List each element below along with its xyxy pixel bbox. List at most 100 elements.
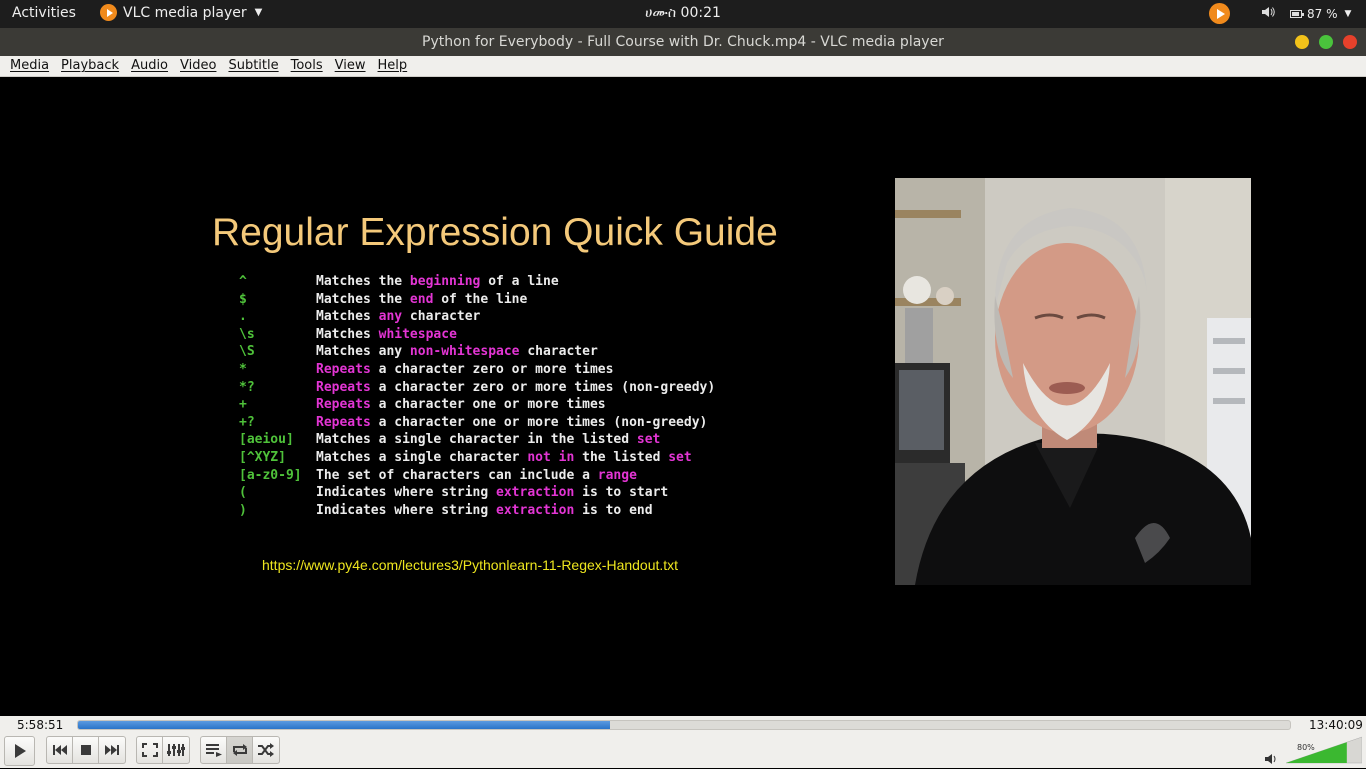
regex-text: Matches — [316, 326, 379, 342]
regex-row: ^ Matches the beginning of a line — [239, 274, 715, 292]
system-menu[interactable]: 87 % ▼ — [1290, 7, 1351, 21]
regex-text: a character one or more times — [370, 397, 606, 413]
battery-icon — [1290, 10, 1304, 18]
regex-row: (Indicates where string extraction is to… — [239, 485, 715, 503]
speaker-icon[interactable] — [1264, 750, 1278, 769]
regex-keyword: set — [668, 449, 692, 465]
regex-text: Indicates where string — [316, 485, 497, 501]
regex-token: ^ — [239, 274, 247, 289]
regex-keyword: extraction — [496, 485, 575, 501]
regex-description: Matches the beginning of a line — [316, 274, 559, 292]
regex-keyword: Repeats — [316, 379, 371, 395]
vlc-tray-icon[interactable] — [1209, 3, 1230, 24]
menu-subtitle[interactable]: Subtitle — [223, 56, 283, 76]
regex-text: Matches any — [316, 344, 410, 360]
regex-description: Repeats a character zero or more times (… — [316, 380, 715, 398]
regex-row: \S Matches any non-whitespace character — [239, 344, 715, 362]
regex-text: of a line — [480, 274, 559, 289]
equalizer-icon — [167, 744, 185, 756]
menu-playback[interactable]: Playback — [56, 56, 124, 76]
extended-settings-button[interactable] — [163, 736, 190, 764]
play-button[interactable] — [4, 736, 35, 766]
volume-icon[interactable] — [1261, 6, 1275, 21]
regex-keyword: non-whitespace — [409, 344, 520, 360]
minimize-button[interactable] — [1295, 35, 1309, 49]
regex-text: Matches a single character — [316, 449, 528, 465]
regex-keyword: set — [636, 432, 661, 448]
chevron-down-icon: ▼ — [1344, 9, 1352, 19]
regex-token: ) — [239, 502, 247, 518]
regex-keyword: whitespace — [378, 326, 457, 342]
regex-keyword: not in — [527, 449, 575, 465]
regex-text: Matches — [316, 309, 379, 325]
regex-text: character — [402, 309, 481, 325]
regex-description: Matches any non-whitespace character — [316, 344, 598, 362]
regex-keyword: Repeats — [316, 361, 371, 377]
previous-icon — [52, 745, 67, 755]
regex-token: [aeiou] — [239, 432, 294, 448]
regex-token: $ — [239, 291, 247, 307]
menu-audio[interactable]: Audio — [126, 56, 173, 76]
regex-token: * — [239, 361, 247, 377]
regex-text: the listed — [574, 449, 669, 465]
regex-row: ) Indicates where string extraction is to… — [239, 503, 715, 521]
regex-row: +? Repeats a character one or more times … — [239, 415, 715, 433]
clock[interactable]: ሀሙስ 00:21 — [645, 5, 721, 21]
regex-text: a character zero or more times — [370, 361, 614, 377]
regex-token: [^XYZ] — [239, 449, 286, 465]
close-button[interactable] — [1343, 35, 1357, 49]
regex-token: . — [239, 309, 247, 325]
menu-tools[interactable]: Tools — [286, 56, 328, 76]
battery-percent: 87 % — [1307, 7, 1338, 21]
volume-label: 80% — [1297, 743, 1315, 752]
regex-token: +? — [239, 414, 255, 430]
regex-row: $ Matches the end of the line — [239, 292, 715, 310]
stop-button[interactable] — [73, 736, 99, 764]
chevron-down-icon: ▼ — [254, 7, 263, 18]
window-title-bar[interactable]: Python for Everybody - Full Course with … — [0, 28, 1366, 56]
regex-row: + Repeats a character one or more times — [239, 397, 715, 415]
app-menu[interactable]: VLC media player ▼ — [100, 4, 262, 21]
video-area[interactable]: Regular Expression Quick Guide ^ Matches … — [0, 77, 1366, 716]
menu-media[interactable]: Media — [5, 56, 54, 76]
previous-button[interactable] — [46, 736, 73, 764]
regex-description: Repeats a character zero or more times — [316, 362, 613, 380]
total-time[interactable]: 13:40:09 — [1309, 718, 1363, 732]
regex-row: [^XYZ] Matches a single character not in … — [239, 450, 715, 468]
regex-description: Indicates where string extraction is to … — [316, 485, 668, 503]
presenter-video — [895, 178, 1251, 585]
regex-row: [a-z0-9] The set of characters can includ… — [239, 468, 715, 486]
playback-controls: 5:58:51 13:40:09 — [0, 716, 1366, 768]
regex-token: + — [239, 397, 247, 413]
regex-text: character — [519, 344, 598, 360]
regex-keyword: any — [378, 309, 403, 325]
seek-bar[interactable] — [77, 720, 1291, 730]
regex-token: *? — [239, 379, 255, 395]
elapsed-time: 5:58:51 — [17, 718, 64, 732]
playlist-icon — [205, 744, 222, 757]
regex-keyword: beginning — [409, 274, 481, 289]
next-button[interactable] — [99, 736, 126, 764]
regex-text: The set of characters can include a — [316, 467, 598, 483]
menu-view[interactable]: View — [330, 56, 371, 76]
regex-keyword: extraction — [496, 502, 575, 518]
regex-description: Matches any character — [316, 309, 480, 327]
regex-text: is to end — [574, 502, 653, 518]
next-icon — [105, 745, 119, 755]
regex-text: a character one or more times (non-greed… — [370, 414, 708, 430]
random-button[interactable] — [253, 736, 280, 764]
fullscreen-button[interactable] — [136, 736, 163, 764]
regex-token: \s — [239, 326, 255, 342]
regex-row: . Matches any character — [239, 309, 715, 327]
menu-video[interactable]: Video — [175, 56, 221, 76]
menu-help[interactable]: Help — [373, 56, 413, 76]
regex-keyword: Repeats — [316, 397, 371, 413]
vlc-app-icon — [100, 4, 117, 21]
regex-keyword: range — [597, 467, 637, 483]
gnome-top-bar: Activities VLC media player ▼ ሀሙስ 00:21 … — [0, 0, 1366, 28]
regex-description: Matches a single character in the listed… — [316, 432, 660, 450]
playlist-button[interactable] — [200, 736, 227, 764]
activities-button[interactable]: Activities — [12, 5, 76, 21]
loop-button[interactable] — [227, 736, 253, 764]
maximize-button[interactable] — [1319, 35, 1333, 49]
